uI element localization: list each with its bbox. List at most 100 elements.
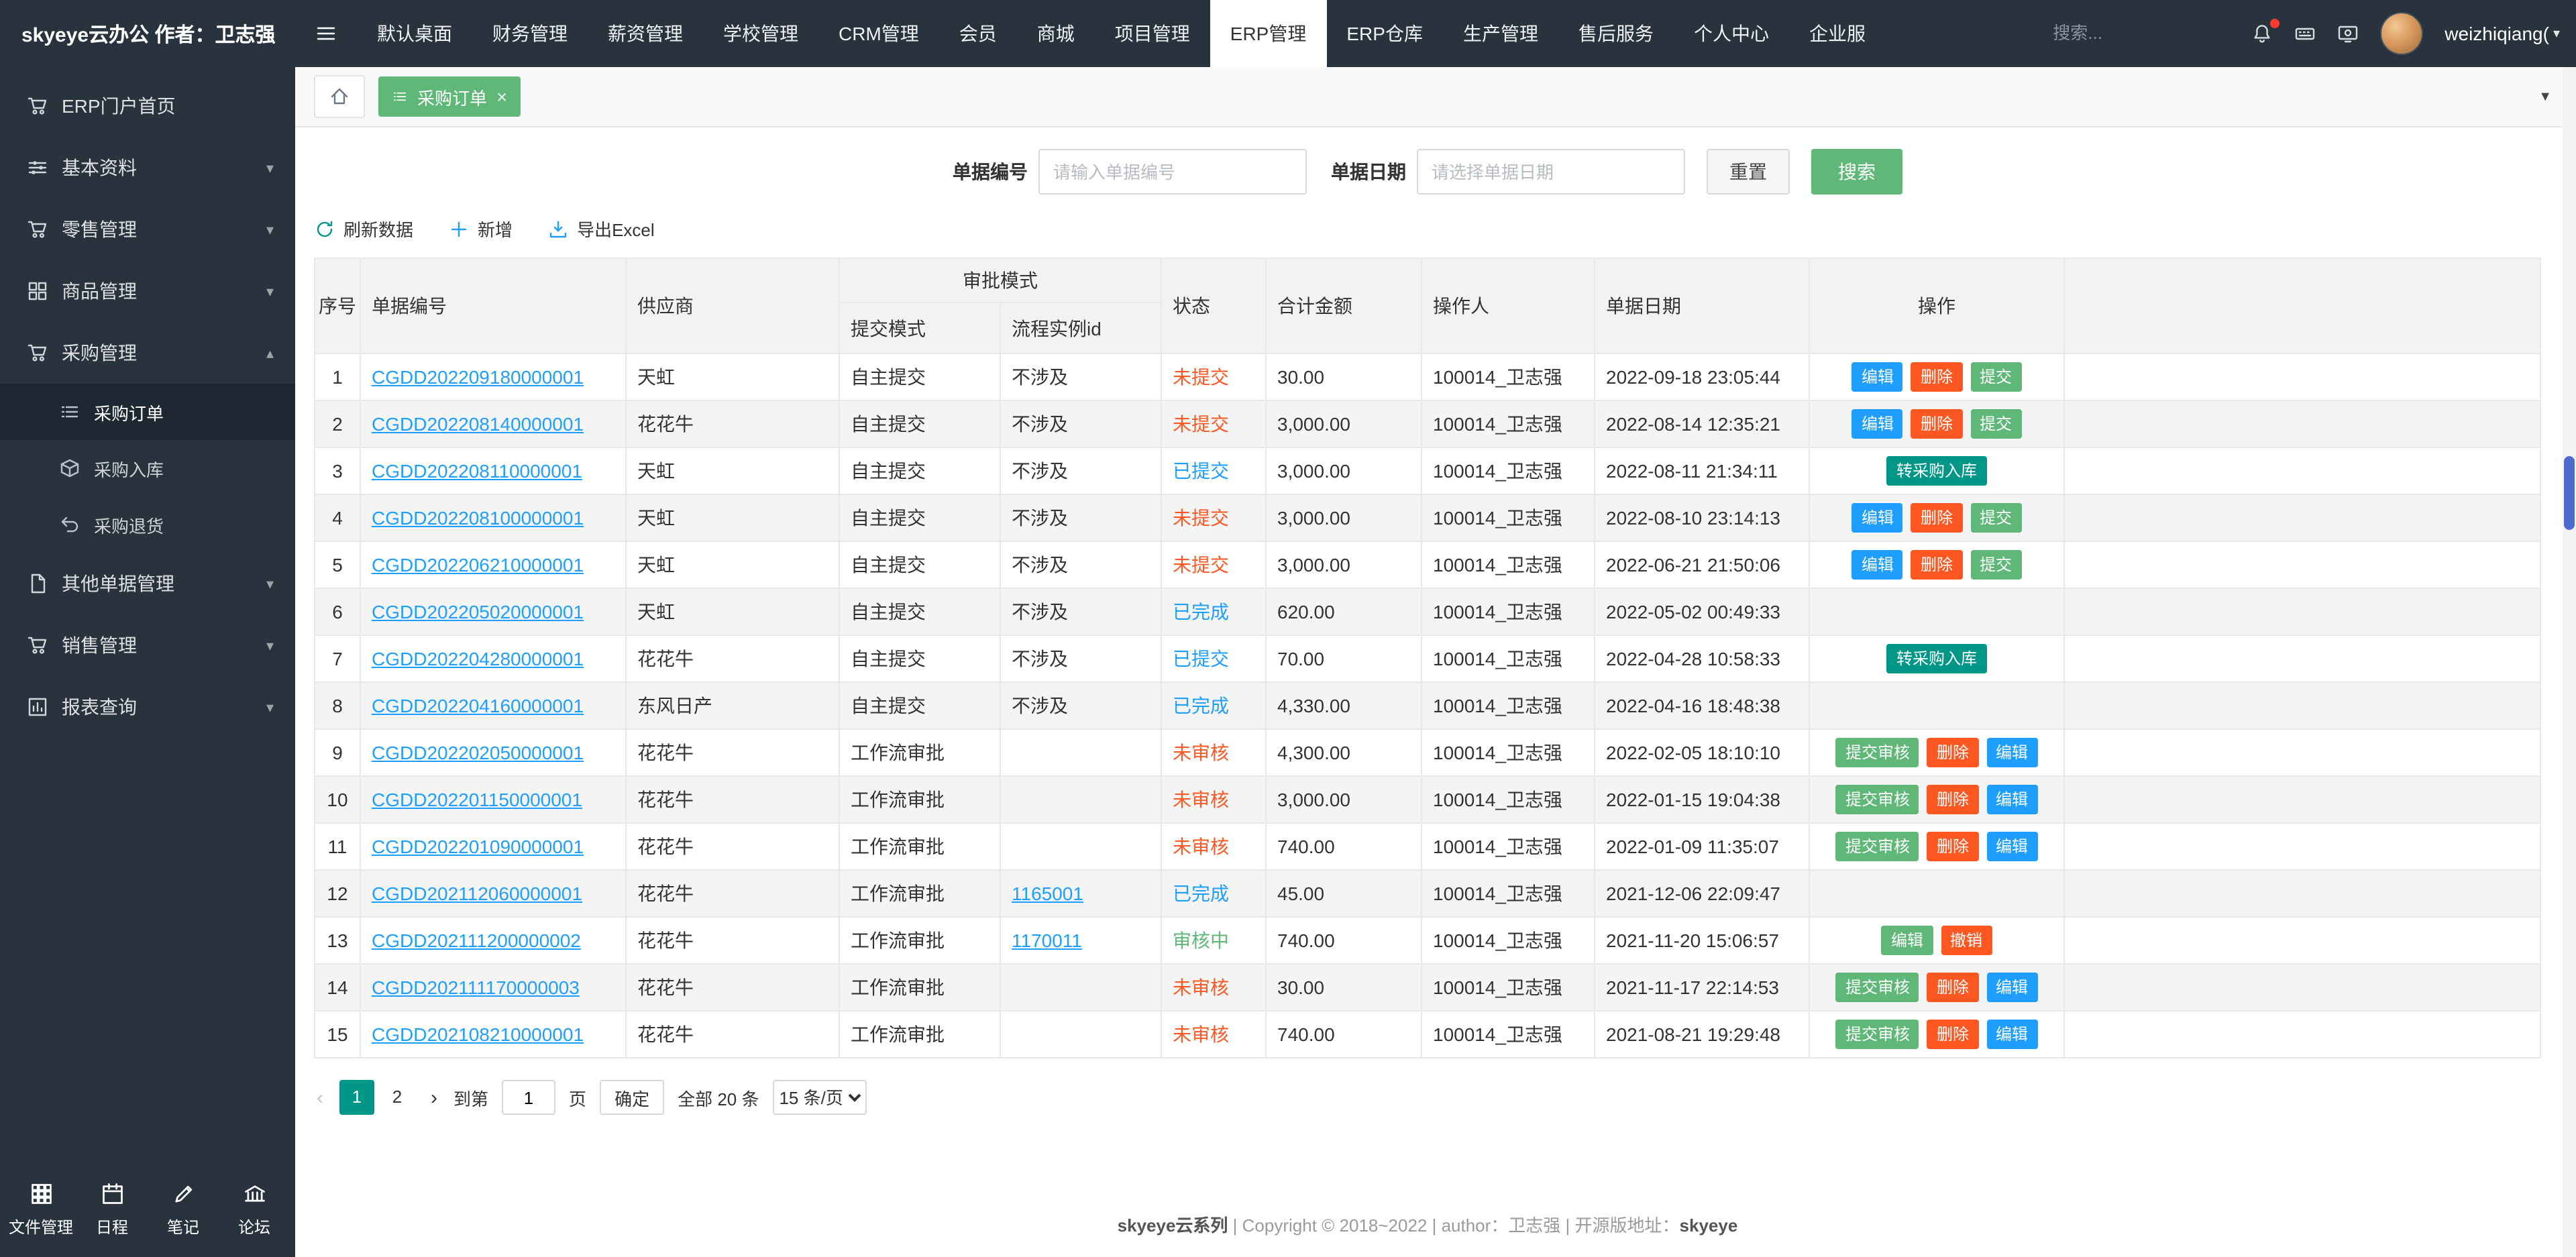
- doc-no-link[interactable]: CGDD202108210000001: [372, 1024, 584, 1045]
- doc-no-link[interactable]: CGDD202111200000002: [372, 930, 581, 951]
- action-to-inbound-button[interactable]: 转采购入库: [1886, 644, 1986, 673]
- action-delete-button[interactable]: 删除: [1927, 973, 1978, 1002]
- add-button[interactable]: 新增: [448, 216, 513, 241]
- action-submit-review-button[interactable]: 提交审核: [1835, 785, 1919, 814]
- sidebar-item-purchase-inbound[interactable]: 采购入库: [0, 440, 295, 496]
- doc-no-link[interactable]: CGDD202111170000003: [372, 977, 580, 998]
- sidebar-item-purchase-order[interactable]: 采购订单: [0, 384, 295, 440]
- nav-item[interactable]: 财务管理: [472, 0, 588, 67]
- action-submit-button[interactable]: 提交: [1970, 362, 2022, 392]
- doc-no-link[interactable]: CGDD202204280000001: [372, 648, 584, 669]
- menu-collapse-button[interactable]: [295, 0, 357, 67]
- action-edit-button[interactable]: 编辑: [1986, 832, 2038, 861]
- tab-options-caret-icon[interactable]: ▼: [2538, 89, 2557, 104]
- reset-button[interactable]: 重置: [1707, 149, 1790, 195]
- notifications-button[interactable]: [2251, 19, 2280, 44]
- action-submit-review-button[interactable]: 提交审核: [1835, 832, 1919, 861]
- next-page-button[interactable]: ›: [428, 1086, 440, 1109]
- doc-no-link[interactable]: CGDD202206210000001: [372, 554, 584, 576]
- scrollbar-thumb[interactable]: [2564, 456, 2575, 530]
- doc-no-link[interactable]: CGDD202209180000001: [372, 366, 584, 388]
- action-delete-button[interactable]: 删除: [1911, 362, 1962, 392]
- action-submit-review-button[interactable]: 提交审核: [1835, 738, 1919, 767]
- window-scrollbar[interactable]: [2563, 67, 2576, 1257]
- nav-item[interactable]: 生产管理: [1443, 0, 1558, 67]
- action-edit-button[interactable]: 编辑: [1986, 973, 2038, 1002]
- sidebar-item-purchase-return[interactable]: 采购退货: [0, 496, 295, 553]
- action-delete-button[interactable]: 删除: [1927, 785, 1978, 814]
- nav-item[interactable]: ERP仓库: [1326, 0, 1443, 67]
- shortcut-keys-button[interactable]: [2294, 23, 2316, 44]
- nav-item[interactable]: 个人中心: [1674, 0, 1789, 67]
- action-submit-button[interactable]: 提交: [1970, 503, 2022, 533]
- sidebar-shortcut-notes[interactable]: 笔记: [148, 1182, 219, 1238]
- action-edit-button[interactable]: 编辑: [1851, 362, 1903, 392]
- screenshot-button[interactable]: [2337, 23, 2359, 44]
- action-delete-button[interactable]: 删除: [1911, 503, 1962, 533]
- action-edit-button[interactable]: 编辑: [1986, 785, 2038, 814]
- sidebar-item-basic-data[interactable]: 基本资料 ▾: [0, 137, 295, 199]
- action-delete-button[interactable]: 删除: [1911, 550, 1962, 580]
- action-edit-button[interactable]: 编辑: [1986, 738, 2038, 767]
- search-button[interactable]: 搜索: [1811, 149, 1902, 195]
- prev-page-button[interactable]: ‹: [314, 1086, 326, 1109]
- action-to-inbound-button[interactable]: 转采购入库: [1886, 456, 1986, 486]
- action-delete-button[interactable]: 删除: [1911, 409, 1962, 439]
- tab-purchase-order[interactable]: 采购订单 ×: [378, 76, 521, 117]
- action-delete-button[interactable]: 删除: [1927, 738, 1978, 767]
- action-delete-button[interactable]: 删除: [1927, 832, 1978, 861]
- global-search-input[interactable]: [2050, 21, 2231, 44]
- sidebar-item-sales[interactable]: 销售管理 ▾: [0, 614, 295, 676]
- user-menu[interactable]: weizhiqiang( ▾: [2445, 23, 2560, 44]
- sidebar-shortcut-schedule[interactable]: 日程: [76, 1182, 148, 1238]
- action-edit-button[interactable]: 编辑: [1986, 1020, 2038, 1049]
- close-tab-icon[interactable]: ×: [496, 87, 507, 106]
- page-size-select[interactable]: 15 条/页: [772, 1080, 867, 1115]
- doc-no-link[interactable]: CGDD202205020000001: [372, 601, 584, 622]
- nav-item[interactable]: 默认桌面: [357, 0, 472, 67]
- nav-item[interactable]: 薪资管理: [588, 0, 703, 67]
- action-edit-button[interactable]: 编辑: [1851, 503, 1903, 533]
- sidebar-item-erp-portal[interactable]: ERP门户首页: [0, 75, 295, 137]
- doc-no-link[interactable]: CGDD202208100000001: [372, 507, 584, 529]
- action-delete-button[interactable]: 删除: [1927, 1020, 1978, 1049]
- flow-id-link[interactable]: 1170011: [1012, 930, 1082, 951]
- doc-no-link[interactable]: CGDD202201090000001: [372, 836, 584, 857]
- goto-confirm-button[interactable]: 确定: [600, 1080, 665, 1115]
- action-edit-button[interactable]: 编辑: [1881, 926, 1933, 955]
- sidebar-shortcut-file-manager[interactable]: 文件管理: [5, 1182, 76, 1238]
- footer-link[interactable]: skyeye: [1680, 1215, 1738, 1236]
- sidebar-item-other-docs[interactable]: 其他单据管理 ▾: [0, 553, 295, 614]
- action-submit-button[interactable]: 提交: [1970, 550, 2022, 580]
- sidebar-item-purchase[interactable]: 采购管理 ▴: [0, 322, 295, 384]
- action-revoke-button[interactable]: 撤销: [1941, 926, 1992, 955]
- nav-item[interactable]: 商城: [1017, 0, 1095, 67]
- sidebar-item-reports[interactable]: 报表查询 ▾: [0, 676, 295, 738]
- flow-id-link[interactable]: 1165001: [1012, 883, 1083, 904]
- sidebar-shortcut-forum[interactable]: 论坛: [219, 1182, 290, 1238]
- refresh-button[interactable]: 刷新数据: [314, 216, 413, 241]
- sidebar-item-retail[interactable]: 零售管理 ▾: [0, 199, 295, 260]
- goto-page-input[interactable]: [502, 1080, 556, 1115]
- nav-item[interactable]: 售后服务: [1558, 0, 1674, 67]
- nav-item[interactable]: 企业服: [1789, 0, 1886, 67]
- nav-item[interactable]: 学校管理: [703, 0, 818, 67]
- doc-date-input[interactable]: [1417, 149, 1685, 195]
- doc-no-link[interactable]: CGDD202204160000001: [372, 695, 584, 716]
- action-edit-button[interactable]: 编辑: [1851, 409, 1903, 439]
- avatar[interactable]: [2380, 12, 2424, 55]
- nav-item[interactable]: CRM管理: [818, 0, 939, 67]
- doc-no-link[interactable]: CGDD202208140000001: [372, 413, 584, 435]
- home-tab-button[interactable]: [314, 75, 365, 118]
- doc-no-link[interactable]: CGDD202201150000001: [372, 789, 582, 810]
- page-number-button[interactable]: 2: [380, 1080, 415, 1115]
- doc-no-link[interactable]: CGDD202112060000001: [372, 883, 582, 904]
- export-excel-button[interactable]: 导出Excel: [547, 216, 655, 241]
- sidebar-item-goods[interactable]: 商品管理 ▾: [0, 260, 295, 322]
- action-edit-button[interactable]: 编辑: [1851, 550, 1903, 580]
- action-submit-review-button[interactable]: 提交审核: [1835, 1020, 1919, 1049]
- doc-no-input[interactable]: [1038, 149, 1307, 195]
- nav-item[interactable]: 项目管理: [1095, 0, 1210, 67]
- nav-item[interactable]: ERP管理: [1210, 0, 1327, 67]
- nav-item[interactable]: 会员: [939, 0, 1017, 67]
